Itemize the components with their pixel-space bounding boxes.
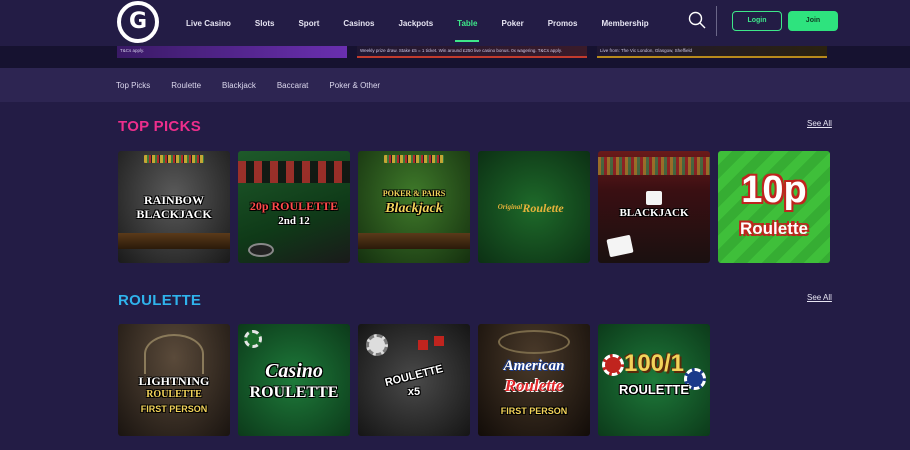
chip-row — [598, 157, 710, 175]
arch-decoration — [144, 334, 204, 374]
promo-banner-3[interactable]: Live from: The Vic London, Glasgow, Shef… — [597, 46, 827, 58]
chip-rack — [384, 155, 444, 163]
game-title-line2: ROULETTE — [146, 389, 202, 400]
game-title-line1: American — [503, 358, 565, 374]
game-title-line2: Blackjack — [385, 201, 443, 216]
game-title-line2: x5 — [407, 386, 421, 398]
game-title-line1: BLACKJACK — [619, 207, 689, 219]
nav-live-casino[interactable]: Live Casino — [186, 0, 231, 46]
nav-poker[interactable]: Poker — [501, 0, 523, 46]
game-title-line1: 100/1 — [623, 350, 685, 377]
nav-slots[interactable]: Slots — [255, 0, 275, 46]
subnav-top-picks[interactable]: Top Picks — [116, 81, 150, 90]
site-logo[interactable]: G — [117, 1, 159, 43]
logo-letter: G — [128, 9, 148, 34]
dice-icon — [434, 336, 444, 346]
subnav-baccarat[interactable]: Baccarat — [277, 81, 309, 90]
login-button[interactable]: Login — [732, 11, 782, 31]
join-button[interactable]: Join — [788, 11, 838, 31]
game-tile-100-1-roulette[interactable]: 100/1 ROULETTE — [598, 324, 710, 436]
roulette-row: LIGHTNING ROULETTE FIRST PERSON Casino R… — [118, 324, 718, 436]
ace-card-icon — [646, 191, 662, 205]
wheel-decoration — [498, 330, 570, 354]
game-tile-american-roulette[interactable]: American Roulette FIRST PERSON — [478, 324, 590, 436]
nav-casinos[interactable]: Casinos — [343, 0, 374, 46]
nav-table[interactable]: Table — [455, 0, 480, 46]
playing-card-icon — [606, 234, 634, 258]
roulette-number-strip — [238, 161, 350, 183]
top-picks-see-all[interactable]: See All — [807, 119, 832, 128]
game-title-line1: LIGHTNING — [138, 374, 210, 388]
top-picks-title: TOP PICKS — [118, 118, 202, 135]
header-divider — [716, 6, 717, 36]
top-picks-row: RAINBOW BLACKJACK 20p ROULETTE 2nd 12 PO… — [118, 151, 838, 263]
game-title-line1: Casino — [265, 360, 323, 382]
game-title-line1: 10p — [741, 169, 807, 211]
table-edge — [118, 233, 230, 249]
game-title-line1: RAINBOW — [143, 193, 204, 207]
game-tile-20p-roulette[interactable]: 20p ROULETTE 2nd 12 — [238, 151, 350, 263]
game-tile-10p-roulette[interactable]: 10p Roulette — [718, 151, 830, 263]
promo-strip: T&Cs apply. Weekly prize draw. Stake £5 … — [0, 46, 910, 68]
chip-icon — [244, 330, 262, 348]
promo-banner-2[interactable]: Weekly prize draw. Stake £5 = 1 ticket. … — [357, 46, 587, 58]
subnav-roulette[interactable]: Roulette — [171, 81, 201, 90]
promo-banner-1[interactable]: T&Cs apply. — [117, 46, 347, 58]
nav-promos[interactable]: Promos — [548, 0, 578, 46]
top-header: G Live Casino Slots Sport Casinos Jackpo… — [0, 0, 910, 46]
game-tile-rainbow-blackjack[interactable]: RAINBOW BLACKJACK — [118, 151, 230, 263]
game-title-line2: Roulette — [740, 219, 808, 238]
table-edge — [358, 233, 470, 249]
chip-stack — [248, 243, 274, 257]
game-title-line1: 20p ROULETTE — [249, 199, 339, 213]
game-title-line2: Roulette — [504, 376, 564, 395]
category-subnav: Top Picks Roulette Blackjack Baccarat Po… — [0, 68, 910, 102]
subnav-blackjack[interactable]: Blackjack — [222, 81, 256, 90]
game-tile-original-roulette[interactable]: Original Roulette — [478, 151, 590, 263]
dice-icon — [418, 340, 428, 350]
game-title-line2: 2nd 12 — [278, 215, 310, 227]
nav-jackpots[interactable]: Jackpots — [398, 0, 433, 46]
game-title-line1: POKER & PAIRS — [382, 189, 446, 198]
game-title-line2: ROULETTE — [249, 384, 339, 401]
game-title-line2: BLACKJACK — [136, 207, 212, 221]
game-tile-lightning-roulette[interactable]: LIGHTNING ROULETTE FIRST PERSON — [118, 324, 230, 436]
game-title-line2: ROULETTE — [618, 382, 690, 397]
game-tile-blackjack[interactable]: BLACKJACK — [598, 151, 710, 263]
main-nav: Live Casino Slots Sport Casinos Jackpots… — [186, 0, 673, 46]
game-tile-roulette-x5[interactable]: ROULETTE x5 — [358, 324, 470, 436]
game-tile-casino-roulette[interactable]: Casino ROULETTE — [238, 324, 350, 436]
subnav-poker-other[interactable]: Poker & Other — [329, 81, 380, 90]
chip-rack — [144, 155, 204, 163]
nav-sport[interactable]: Sport — [298, 0, 319, 46]
game-title-line2: Roulette — [522, 201, 564, 215]
game-tile-poker-pairs-blackjack[interactable]: POKER & PAIRS Blackjack — [358, 151, 470, 263]
game-title-line3: FIRST PERSON — [140, 404, 208, 414]
roulette-title: ROULETTE — [118, 292, 202, 309]
nav-membership[interactable]: Membership — [602, 0, 649, 46]
chip-icon — [366, 334, 388, 356]
search-icon[interactable] — [688, 11, 706, 29]
game-title-line3: FIRST PERSON — [500, 406, 568, 416]
roulette-see-all[interactable]: See All — [807, 293, 832, 302]
